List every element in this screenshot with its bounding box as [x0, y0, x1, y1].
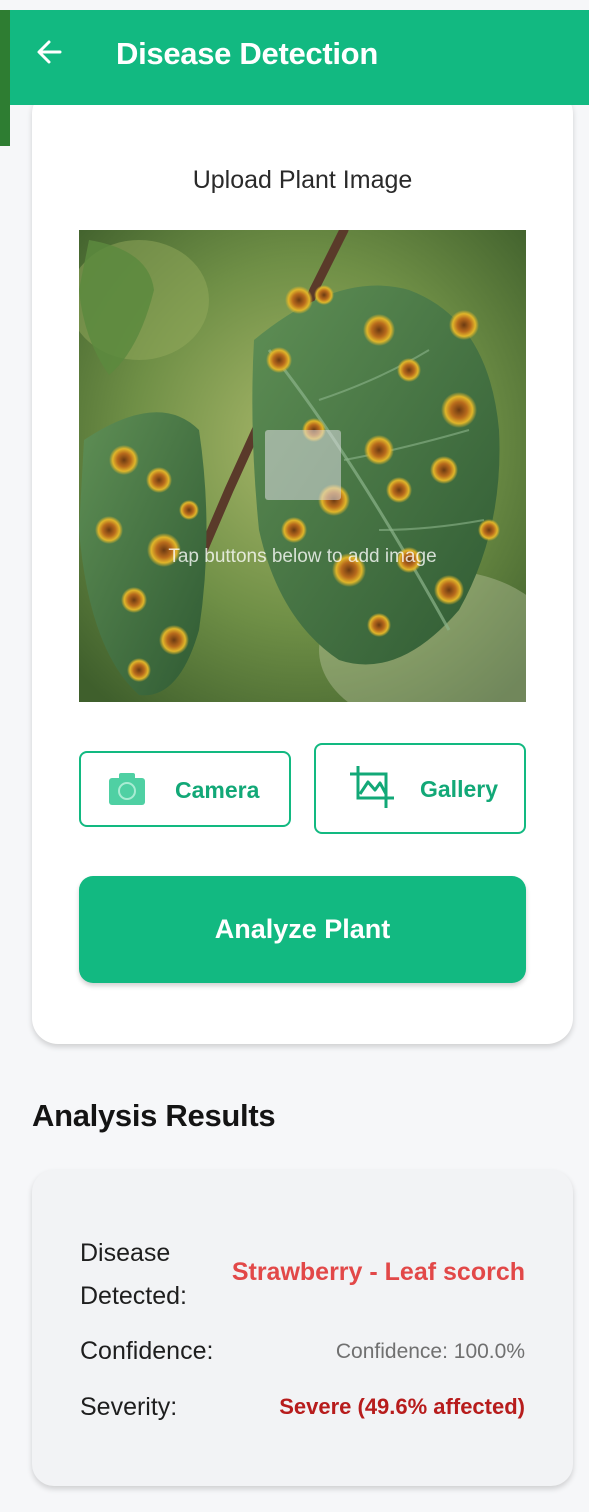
app-bar-edge: [0, 10, 10, 146]
results-card: Disease Detected: Strawberry - Leaf scor…: [32, 1170, 573, 1486]
back-button[interactable]: [28, 30, 72, 74]
plant-image-preview[interactable]: Tap buttons below to add image: [79, 230, 526, 702]
gallery-button-label: Gallery: [420, 776, 498, 802]
upload-card: Upload Plant Image Tap buttons below to …: [32, 88, 573, 1044]
gallery-button[interactable]: Gallery: [314, 743, 526, 834]
camera-button[interactable]: Camera: [79, 751, 291, 827]
analysis-results-heading: Analysis Results: [32, 1098, 276, 1133]
confidence-label: Confidence:: [80, 1337, 214, 1365]
page-title: Disease Detection: [116, 36, 378, 71]
camera-icon: [107, 769, 147, 814]
camera-button-label: Camera: [175, 777, 260, 803]
add-image-placeholder-icon: [265, 430, 341, 500]
disease-detection-screen: Disease Detection Upload Plant Image Tap…: [0, 0, 589, 1512]
arrow-left-icon: [37, 40, 62, 64]
image-crop-icon: [348, 764, 396, 815]
severity-value: Severe (49.6% affected): [279, 1394, 525, 1419]
image-hint-text: Tap buttons below to add image: [168, 546, 437, 567]
confidence-value: Confidence: 100.0%: [335, 1340, 525, 1363]
upload-title: Upload Plant Image: [192, 166, 413, 194]
disease-label: Disease Detected:: [80, 1239, 188, 1310]
disease-value: Strawberry - Leaf scorch: [231, 1258, 525, 1286]
app-bar: Disease Detection: [0, 10, 589, 146]
severity-label: Severity:: [80, 1393, 178, 1421]
analyze-plant-button[interactable]: Analyze Plant: [79, 876, 526, 983]
